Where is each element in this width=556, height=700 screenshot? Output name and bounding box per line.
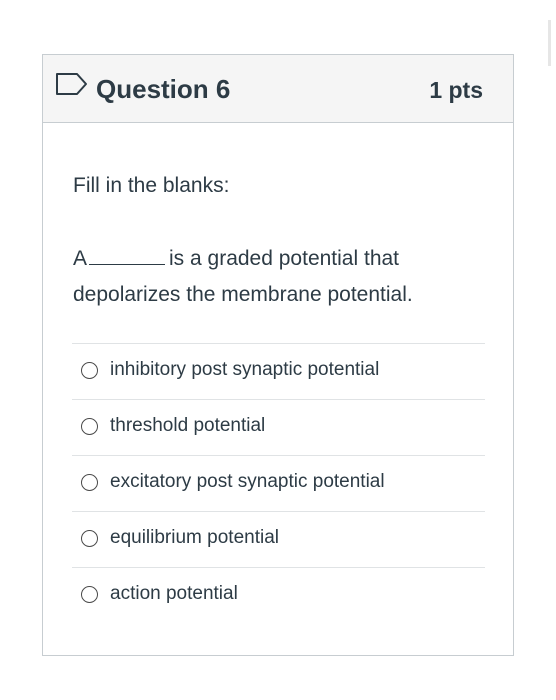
radio-button[interactable] bbox=[81, 362, 98, 379]
question-text: Ais a graded potential that depolarizes … bbox=[73, 241, 493, 313]
question-points: 1 pts bbox=[429, 77, 483, 103]
fill-in-blank bbox=[89, 246, 166, 265]
radio-button[interactable] bbox=[81, 586, 98, 603]
answer-option[interactable]: excitatory post synaptic potential bbox=[72, 455, 485, 511]
answer-label[interactable]: action potential bbox=[110, 582, 238, 606]
question-card: Question 6 1 pts Fill in the blanks: Ais… bbox=[42, 54, 514, 656]
answer-option[interactable]: inhibitory post synaptic potential bbox=[72, 343, 485, 399]
question-title: Question 6 bbox=[96, 74, 231, 104]
answer-option[interactable]: equilibrium potential bbox=[72, 511, 485, 567]
question-text-start: A bbox=[73, 247, 88, 270]
radio-button[interactable] bbox=[81, 530, 98, 547]
flag-icon[interactable] bbox=[55, 71, 89, 97]
radio-button[interactable] bbox=[81, 474, 98, 491]
answer-label[interactable]: threshold potential bbox=[110, 414, 265, 438]
answer-label[interactable]: inhibitory post synaptic potential bbox=[110, 358, 379, 382]
answer-label[interactable]: excitatory post synaptic potential bbox=[110, 470, 385, 494]
window-edge bbox=[548, 20, 551, 66]
question-instructions: Fill in the blanks: bbox=[73, 174, 230, 197]
answer-label[interactable]: equilibrium potential bbox=[110, 526, 279, 550]
answer-option[interactable]: action potential bbox=[72, 567, 485, 623]
radio-button[interactable] bbox=[81, 418, 98, 435]
answer-list: inhibitory post synaptic potential thres… bbox=[72, 343, 485, 623]
question-header: Question 6 1 pts bbox=[43, 55, 513, 123]
answer-option[interactable]: threshold potential bbox=[72, 399, 485, 455]
